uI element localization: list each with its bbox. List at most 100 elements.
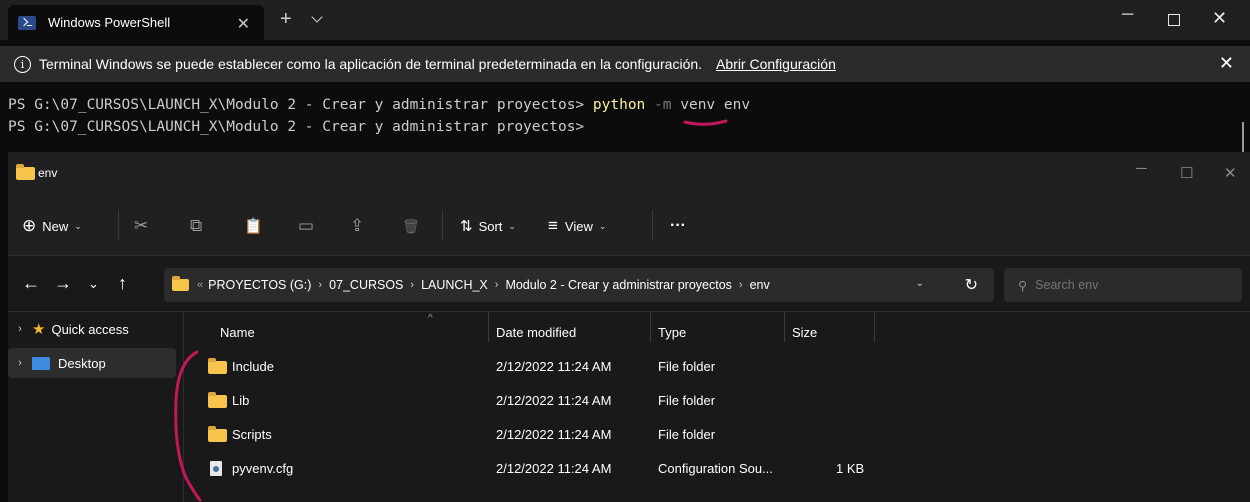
plus-circle-icon: ⊕ bbox=[22, 216, 37, 235]
tab-dropdown-icon[interactable] bbox=[311, 11, 323, 23]
file-date: 2/12/2022 11:24 AM bbox=[496, 461, 612, 476]
info-close-icon[interactable]: ✕ bbox=[1219, 53, 1234, 74]
breadcrumb-item[interactable]: LAUNCH_X bbox=[421, 278, 488, 292]
desktop-icon bbox=[32, 356, 50, 370]
view-button[interactable]: ≡ View ⌄ bbox=[548, 213, 606, 239]
sort-ascending-icon: ^ bbox=[428, 313, 433, 324]
maximize-button[interactable] bbox=[1168, 14, 1180, 26]
view-label: View bbox=[564, 218, 593, 234]
address-bar[interactable]: « PROYECTOS (G:) › 07_CURSOS › LAUNCH_X … bbox=[164, 268, 994, 302]
column-divider[interactable] bbox=[488, 312, 489, 342]
breadcrumb-item[interactable]: Modulo 2 - Crear y administrar proyectos bbox=[505, 278, 731, 292]
copy-icon[interactable]: ⧉ bbox=[190, 213, 202, 239]
explorer-close-button[interactable]: ✕ bbox=[1224, 164, 1237, 182]
terminal-scrollbar[interactable] bbox=[1242, 122, 1244, 154]
chevron-down-icon: ⌄ bbox=[508, 220, 516, 231]
new-button[interactable]: ⊕ New ⌄ bbox=[22, 213, 82, 239]
file-type: File folder bbox=[658, 393, 716, 408]
search-input[interactable] bbox=[1035, 278, 1216, 292]
terminal-line-1: PS G:\07_CURSOS\LAUNCH_X\Modulo 2 - Crea… bbox=[8, 97, 750, 113]
star-icon: ★ bbox=[32, 321, 46, 338]
close-button[interactable]: ✕ bbox=[1212, 8, 1227, 29]
sidebar-item-desktop[interactable]: › Desktop bbox=[8, 348, 176, 378]
paste-icon[interactable]: 📋 bbox=[244, 213, 263, 239]
chevron-down-icon: ⌄ bbox=[598, 220, 607, 231]
breadcrumb-item[interactable]: env bbox=[750, 278, 770, 292]
info-icon: i bbox=[14, 55, 31, 73]
delete-icon[interactable]: 🗑 bbox=[402, 213, 420, 239]
column-header-size[interactable]: Size bbox=[792, 318, 817, 346]
sidebar-item-label: Desktop bbox=[58, 355, 106, 371]
tab-close-icon[interactable]: ✕ bbox=[237, 14, 250, 34]
more-options-button[interactable]: ··· bbox=[670, 213, 686, 239]
toolbar-divider bbox=[118, 210, 119, 240]
address-row: ← → ⌄ ↑ « PROYECTOS (G:) › 07_CURSOS › L… bbox=[8, 256, 1250, 312]
file-row-pyvenv-cfg[interactable]: pyvenv.cfg 2/12/2022 11:24 AM Configurat… bbox=[208, 454, 868, 484]
powershell-icon bbox=[18, 15, 36, 30]
breadcrumb-item[interactable]: PROYECTOS (G:) bbox=[208, 278, 311, 292]
file-type: Configuration Sou... bbox=[658, 461, 773, 476]
toolbar-divider bbox=[652, 210, 653, 240]
open-settings-link[interactable]: Abrir Configuración bbox=[716, 56, 836, 72]
address-dropdown-icon[interactable]: ⌄ bbox=[916, 278, 924, 289]
breadcrumb-separator[interactable]: › bbox=[410, 279, 414, 291]
explorer-maximize-button[interactable]: ☐ bbox=[1180, 164, 1193, 182]
expand-arrow-icon[interactable]: › bbox=[8, 323, 32, 335]
breadcrumb-separator[interactable]: › bbox=[495, 279, 499, 291]
file-row-include[interactable]: Include 2/12/2022 11:24 AM File folder bbox=[208, 352, 868, 382]
toolbar-divider bbox=[442, 210, 443, 240]
forward-button[interactable]: → bbox=[54, 273, 72, 294]
file-row-lib[interactable]: Lib 2/12/2022 11:24 AM File folder bbox=[208, 386, 868, 416]
file-date: 2/12/2022 11:24 AM bbox=[496, 393, 612, 408]
recent-locations-button[interactable]: ⌄ bbox=[88, 276, 99, 292]
sidebar-item-quick-access[interactable]: › ★ Quick access bbox=[8, 314, 176, 344]
search-icon: ⚲ bbox=[1018, 278, 1028, 293]
folder-icon bbox=[208, 358, 227, 374]
breadcrumb-separator[interactable]: › bbox=[739, 279, 743, 291]
up-button[interactable]: ↑ bbox=[118, 273, 127, 294]
terminal-titlebar: Windows PowerShell ✕ + ─ ✕ bbox=[0, 0, 1250, 40]
file-name: pyvenv.cfg bbox=[232, 461, 294, 476]
column-header-name[interactable]: Name bbox=[220, 318, 255, 346]
rename-icon[interactable]: ▭ bbox=[298, 213, 314, 239]
view-icon: ≡ bbox=[548, 216, 558, 235]
folder-icon bbox=[16, 164, 35, 180]
cut-icon[interactable]: ✂ bbox=[134, 213, 148, 239]
info-bar: i Terminal Windows se puede establecer c… bbox=[0, 46, 1250, 82]
column-header-date[interactable]: Date modified bbox=[496, 318, 576, 346]
sort-label: Sort bbox=[478, 218, 503, 234]
file-size: 1 KB bbox=[836, 461, 865, 476]
folder-icon bbox=[208, 392, 227, 408]
column-divider[interactable] bbox=[650, 312, 651, 342]
command-python: python bbox=[592, 97, 646, 113]
folder-icon bbox=[208, 426, 227, 442]
explorer-minimize-button[interactable]: ─ bbox=[1136, 160, 1147, 177]
column-divider[interactable] bbox=[874, 312, 875, 342]
back-button[interactable]: ← bbox=[22, 273, 40, 294]
prompt: PS G:\07_CURSOS\LAUNCH_X\Modulo 2 - Crea… bbox=[8, 97, 593, 113]
share-icon[interactable]: ⇪ bbox=[350, 213, 364, 239]
refresh-icon[interactable]: ↻ bbox=[965, 275, 978, 295]
search-box[interactable]: ⚲ bbox=[1004, 268, 1242, 302]
folder-icon bbox=[172, 276, 189, 291]
sort-icon: ⇅ bbox=[460, 218, 473, 235]
expand-arrow-icon[interactable]: › bbox=[8, 357, 32, 369]
breadcrumb-overflow[interactable]: « bbox=[197, 279, 203, 291]
file-date: 2/12/2022 11:24 AM bbox=[496, 359, 612, 374]
tab-windows-powershell[interactable]: Windows PowerShell ✕ bbox=[8, 5, 264, 40]
new-tab-button[interactable]: + bbox=[280, 8, 292, 31]
sort-button[interactable]: ⇅ Sort ⌄ bbox=[460, 213, 516, 239]
explorer-titlebar: env ─ ☐ ✕ bbox=[8, 152, 1250, 196]
breadcrumb-separator[interactable]: › bbox=[318, 279, 322, 291]
file-row-scripts[interactable]: Scripts 2/12/2022 11:24 AM File folder bbox=[208, 420, 868, 450]
file-name: Include bbox=[232, 359, 274, 374]
column-header-type[interactable]: Type bbox=[658, 318, 686, 346]
file-name: Lib bbox=[232, 393, 250, 408]
column-divider[interactable] bbox=[784, 312, 785, 342]
breadcrumb-item[interactable]: 07_CURSOS bbox=[329, 278, 403, 292]
terminal-output[interactable]: PS G:\07_CURSOS\LAUNCH_X\Modulo 2 - Crea… bbox=[0, 82, 1250, 154]
chevron-down-icon: ⌄ bbox=[74, 220, 82, 231]
minimize-button[interactable]: ─ bbox=[1122, 6, 1133, 24]
new-label: New bbox=[42, 218, 69, 234]
command-flag: -m bbox=[645, 97, 672, 113]
